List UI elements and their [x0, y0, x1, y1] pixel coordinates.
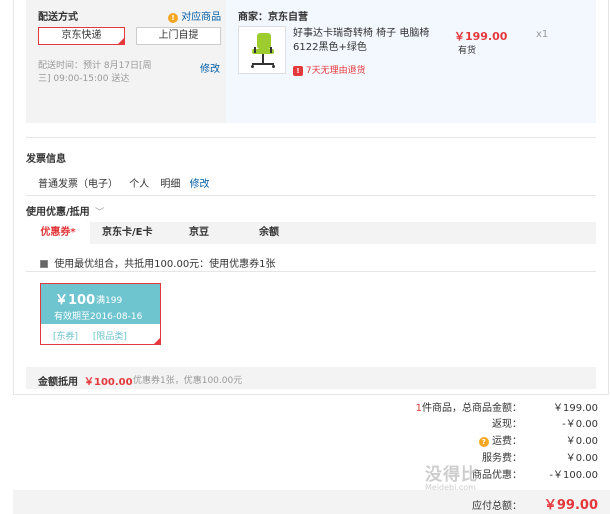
invoice-info: 普通发票（电子） 个人 明细 修改: [38, 175, 210, 190]
rebate-value: -￥0.00: [562, 419, 598, 430]
return-policy-icon: !: [293, 66, 303, 76]
goods-total: ￥199.00: [553, 403, 598, 414]
coupon-condition: 满199: [96, 296, 123, 306]
freight-label: ? 运费：: [478, 432, 522, 447]
deduct-label: 金额抵用: [38, 377, 78, 388]
coupon-tag-category: [限品类]: [92, 332, 127, 342]
ship-option-jd-express[interactable]: 京东快递: [38, 27, 125, 45]
matched-items-link[interactable]: ! 对应商品: [168, 8, 221, 23]
invoice-type: 普通发票（电子）: [38, 179, 118, 190]
payable-value: ￥99.00: [543, 498, 598, 513]
delivery-time-edit-link[interactable]: 修改: [200, 60, 220, 75]
watermark-logo: 没得比 Meidebi.com: [425, 465, 479, 492]
best-combo-option[interactable]: 使用最优组合，共抵用100.00元：使用优惠券1张: [40, 255, 276, 270]
divider: [26, 195, 596, 196]
discount-value: -￥100.00: [549, 470, 598, 481]
invoice-title: 发票信息: [26, 154, 66, 165]
product-price: ￥199.00: [454, 30, 508, 43]
shipping-section: 配送方式 ! 对应商品 京东快递 上门自提 配送时间：预计 8月17日[周 三]…: [26, 0, 226, 123]
tab-coupons[interactable]: 优惠券*: [26, 222, 90, 244]
payable-total-bar: 应付总额： ￥99.00: [13, 490, 610, 514]
deduction-summary: 金额抵用 ￥100.00 优惠券1张，优惠100.00元: [26, 367, 596, 389]
freight-value: ￥0.00: [565, 436, 598, 447]
product-qty: x1: [536, 29, 549, 40]
divider: [26, 271, 596, 272]
help-icon[interactable]: ?: [478, 437, 489, 447]
order-summary: 1件商品，总商品金额： ￥199.00 返现： -￥0.00 ? 运费： ￥0.…: [0, 395, 610, 490]
divider: [26, 137, 596, 138]
tab-jd-beans[interactable]: 京豆: [189, 222, 209, 244]
coupon-expiry: 有效期至2016-08-16: [54, 312, 143, 322]
coupon-card[interactable]: ￥100 满199 有效期至2016-08-16 [东券] [限品类]: [40, 283, 161, 345]
chair-back-shape: [257, 33, 271, 49]
shipping-title: 配送方式: [38, 12, 78, 23]
goods-count-label: 1件商品，总商品金额：: [415, 403, 522, 414]
product-thumbnail[interactable]: [238, 26, 286, 74]
coupon-amount: ￥100: [55, 293, 96, 308]
service-fee-value: ￥0.00: [565, 453, 598, 464]
deduct-detail: 优惠券1张，优惠100.00元: [133, 376, 243, 386]
checkbox-checked-icon: [40, 260, 48, 268]
selected-check-icon: [117, 37, 125, 45]
merchant-label: 商家：京东自营: [238, 12, 308, 23]
tab-jd-card[interactable]: 京东卡/E卡: [102, 222, 152, 244]
tab-balance[interactable]: 余额: [259, 222, 279, 244]
coupon-section-toggle[interactable]: 使用优惠/抵用 ﹀: [26, 203, 104, 218]
ship-option-self-pickup[interactable]: 上门自提: [136, 27, 221, 45]
invoice-content: 明细: [160, 179, 181, 190]
deduct-amount: ￥100.00: [84, 377, 133, 388]
return-policy-badge: ! 7天无理由退货: [293, 63, 366, 76]
delivery-time: 配送时间：预计 8月17日[周 三] 09:00-15:00 送达: [38, 61, 152, 84]
service-fee-label: 服务费：: [482, 453, 522, 464]
product-name-link[interactable]: 好事达卡瑞奇转椅 椅子 电脑椅 6122黑色+绿色: [293, 27, 429, 55]
info-icon: !: [168, 13, 178, 23]
chevron-down-icon: ﹀: [95, 208, 105, 218]
selected-check-icon: [153, 337, 161, 345]
invoice-person: 个人: [129, 179, 150, 190]
coupon-tags: [东券] [限品类]: [53, 329, 127, 342]
rebate-label: 返现：: [492, 419, 522, 430]
stock-status: 有货: [458, 46, 477, 56]
payable-label: 应付总额：: [472, 501, 522, 512]
discount-label: 商品优惠：: [472, 470, 522, 481]
coupon-tag-jd: [东券]: [53, 332, 79, 342]
invoice-edit-link[interactable]: 修改: [190, 179, 210, 190]
coupon-tabs: 优惠券* 京东卡/E卡 京豆 余额: [26, 222, 596, 244]
